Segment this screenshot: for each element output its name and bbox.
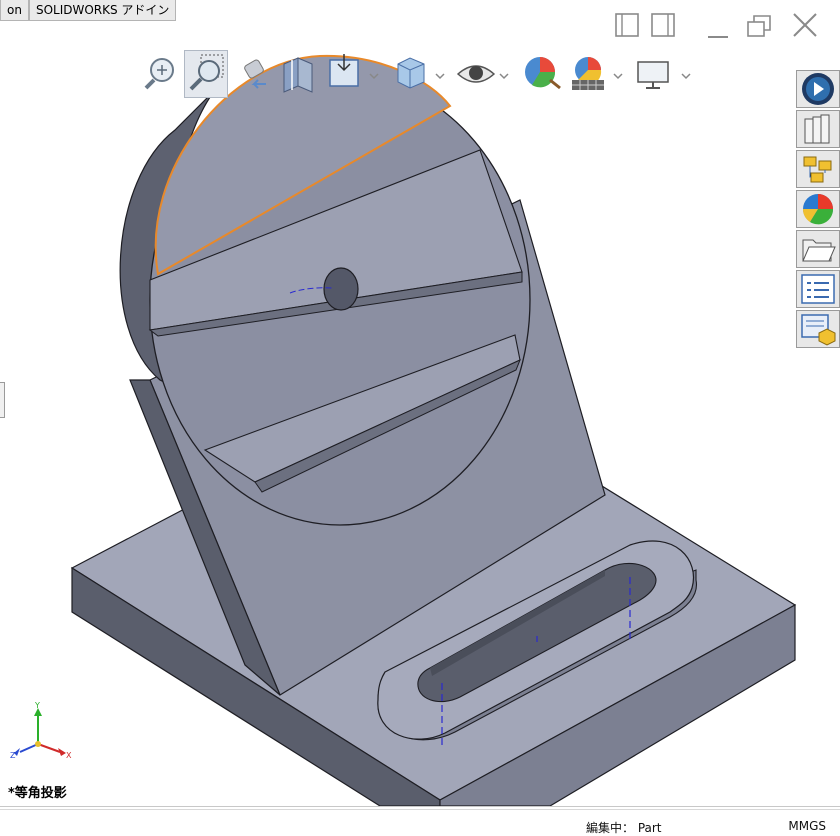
hide-show-items-icon[interactable] [456,50,512,98]
part-model[interactable] [0,0,840,806]
tile-right-icon[interactable] [646,8,686,44]
3dexperience-icon[interactable] [796,70,840,108]
triad-y-label: Y [34,701,40,710]
edit-appearance-icon[interactable] [520,50,564,98]
minimize-icon[interactable] [692,8,732,44]
design-library-icon[interactable] [796,110,840,148]
previous-view-icon[interactable] [232,50,276,98]
heads-up-view-toolbar [140,50,700,98]
view-orientation-icon[interactable] [326,50,382,98]
zoom-to-area-icon[interactable] [184,50,228,98]
command-manager-tabs: on SOLIDWORKS アドイン [0,0,177,22]
view-settings-icon[interactable] [634,50,694,98]
apply-scene-icon[interactable] [568,50,624,98]
task-pane-tabs [796,70,840,352]
restore-icon[interactable] [738,8,778,44]
tile-left-icon[interactable] [600,8,640,44]
center-hole[interactable] [323,267,359,311]
file-explorer-icon[interactable] [796,150,840,188]
folder-icon[interactable] [796,230,840,268]
close-icon[interactable] [782,8,822,44]
edit-mode-status: 編集中： Part [586,821,662,835]
reference-triad: Y X Z [6,700,78,766]
zoom-to-fit-icon[interactable] [140,50,184,98]
tab-partial[interactable]: on [0,0,29,21]
view-palette-icon[interactable] [796,310,840,348]
status-separator [0,809,840,810]
status-bar: 編集中： Part MMGS [0,806,840,835]
triad-x-label: X [66,751,72,760]
feature-manager-collapse-handle[interactable] [0,382,5,418]
custom-properties-icon[interactable] [796,270,840,308]
appearances-icon[interactable] [796,190,840,228]
display-style-icon[interactable] [392,50,448,98]
unit-system-status[interactable]: MMGS [788,819,826,833]
triad-z-label: Z [10,751,16,760]
tab-solidworks-addins[interactable]: SOLIDWORKS アドイン [28,0,177,21]
section-view-icon[interactable] [278,50,322,98]
view-orientation-label: *等角投影 [8,786,67,801]
document-window-controls [600,8,840,44]
graphics-area[interactable]: on SOLIDWORKS アドイン Y X Z *等角投影 [0,0,840,806]
